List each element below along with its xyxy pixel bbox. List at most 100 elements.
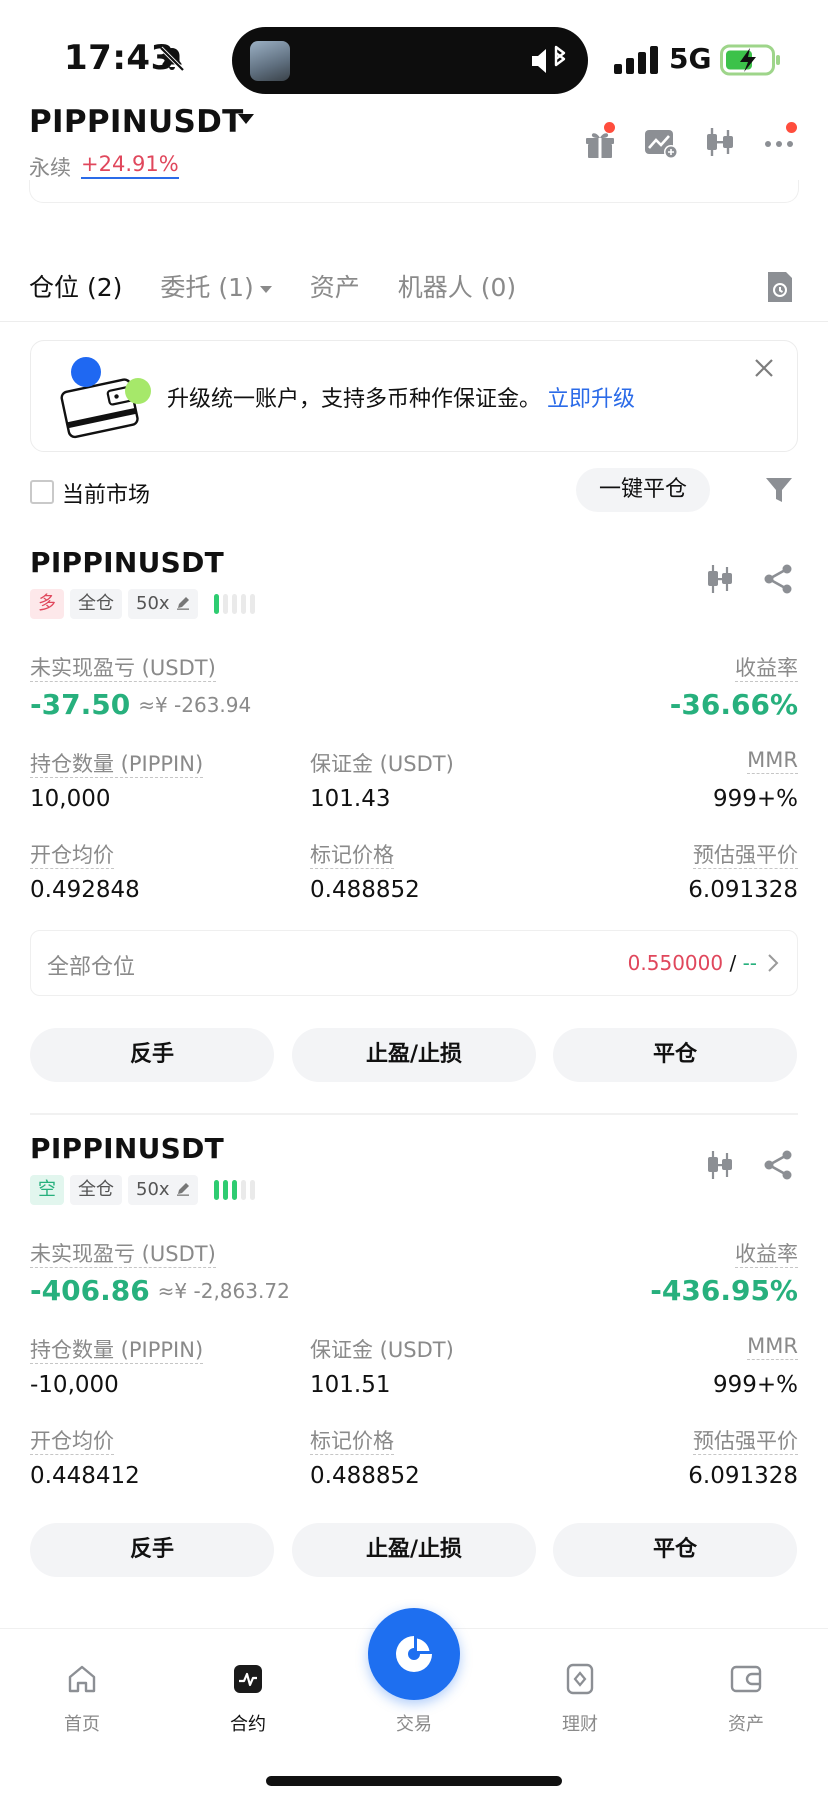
liq-price-label: 预估强平价: [693, 1429, 798, 1455]
unrealized-pnl-value: -37.50: [30, 688, 131, 721]
tabs-divider: [0, 321, 828, 322]
side-badge: 空: [30, 1175, 64, 1205]
tab-orders-label: 委托 (1): [160, 273, 254, 302]
side-badge: 多: [30, 589, 64, 619]
entry-price-value: 0.492848: [30, 877, 140, 903]
nav-futures-label: 合约: [230, 1714, 266, 1735]
pair-title[interactable]: PIPPINUSDT: [29, 104, 244, 140]
tp-sl-button[interactable]: 止盈/止损: [292, 1523, 536, 1577]
position-tabs: 仓位 (2) 委托 (1) 资产 机器人 (0): [29, 268, 554, 304]
nav-home[interactable]: 首页: [22, 1662, 142, 1736]
unrealized-pnl-cny: ≈¥ -2,863.72: [157, 1278, 290, 1303]
candlestick-icon[interactable]: [704, 1148, 736, 1182]
unrealized-pnl-label: 未实现盈亏 (USDT): [30, 1242, 216, 1268]
tab-bots[interactable]: 机器人 (0): [398, 268, 516, 304]
nav-assets-label: 资产: [728, 1714, 764, 1735]
edit-icon: [176, 597, 189, 610]
entry-price-label: 开仓均价: [30, 1429, 114, 1455]
mark-price-label: 标记价格: [310, 843, 394, 869]
share-icon[interactable]: [762, 562, 794, 596]
current-market-label[interactable]: 当前市场: [62, 477, 150, 509]
filter-icon[interactable]: [764, 474, 794, 506]
history-icon[interactable]: [764, 270, 796, 304]
tab-orders[interactable]: 委托 (1): [160, 268, 272, 304]
tab-assets[interactable]: 资产: [310, 268, 360, 304]
unrealized-pnl-value: -406.86: [30, 1274, 150, 1307]
mark-price-value: 0.488852: [310, 1463, 420, 1489]
mmr-label: MMR: [747, 748, 798, 774]
banner-message: 升级统一账户，支持多币种作保证金。 立即升级: [167, 381, 635, 413]
leverage-value: 50x: [136, 1179, 170, 1200]
unrealized-pnl-cny: ≈¥ -263.94: [138, 692, 252, 717]
candlestick-icon[interactable]: [704, 562, 736, 596]
reverse-button[interactable]: 反手: [30, 1028, 274, 1082]
chevron-down-icon: [259, 285, 272, 293]
leverage-badge[interactable]: 50x: [128, 589, 198, 619]
more-notification-dot: [786, 122, 797, 133]
card-divider: [30, 1113, 798, 1115]
roe-value: -36.66%: [669, 688, 798, 721]
trade-spacer: [397, 1662, 431, 1696]
tab-positions[interactable]: 仓位 (2): [29, 268, 122, 304]
margin-label: 保证金 (USDT): [310, 752, 454, 776]
all-positions-row[interactable]: 全部仓位 0.550000 / --: [30, 930, 798, 996]
position-size-label: 持仓数量 (PIPPIN): [30, 752, 204, 778]
nav-trade[interactable]: 交易: [354, 1662, 474, 1736]
nav-trade-label: 交易: [396, 1714, 432, 1735]
chart-swap-icon[interactable]: [640, 122, 680, 162]
close-position-button[interactable]: 平仓: [553, 1028, 797, 1082]
margin-value: 101.43: [310, 786, 391, 812]
roe-value: -436.95%: [650, 1274, 798, 1307]
close-position-button[interactable]: 平仓: [553, 1523, 797, 1577]
position-symbol[interactable]: PIPPINUSDT: [30, 546, 224, 579]
gift-notification-dot: [604, 122, 615, 133]
adl-indicator: [213, 1180, 255, 1200]
position-size-value: -10,000: [30, 1372, 119, 1398]
signal-icon: [614, 46, 658, 74]
all-positions-label: 全部仓位: [47, 955, 136, 980]
mmr-label: MMR: [747, 1334, 798, 1360]
position-tags: 多 全仓 50x: [30, 589, 255, 619]
position-size-value: 10,000: [30, 786, 111, 812]
edit-icon: [176, 1183, 189, 1196]
nav-futures[interactable]: 合约: [188, 1662, 308, 1736]
tab-positions-label: 仓位 (2): [29, 273, 123, 302]
battery-charging-icon: [720, 44, 780, 76]
position-tags: 空 全仓 50x: [30, 1175, 255, 1205]
margin-mode-badge: 全仓: [70, 1175, 122, 1205]
all-positions-dash: --: [742, 951, 757, 975]
roe-label: 收益率: [735, 1242, 798, 1268]
close-icon[interactable]: [753, 357, 775, 379]
dynamic-island[interactable]: [232, 27, 588, 94]
entry-price-value: 0.448412: [30, 1463, 140, 1489]
margin-mode-badge: 全仓: [70, 589, 122, 619]
pair-dropdown-icon[interactable]: [238, 114, 254, 124]
upgrade-now-link[interactable]: 立即升级: [547, 387, 635, 412]
liq-price-value: 6.091328: [688, 1463, 798, 1489]
leverage-badge[interactable]: 50x: [128, 1175, 198, 1205]
nav-earn-label: 理财: [562, 1714, 598, 1735]
tp-sl-button[interactable]: 止盈/止损: [292, 1028, 536, 1082]
adl-indicator: [213, 594, 255, 614]
nav-assets[interactable]: 资产: [686, 1662, 806, 1736]
home-indicator[interactable]: [266, 1776, 562, 1786]
position-size-label: 持仓数量 (PIPPIN): [30, 1338, 204, 1364]
mark-price-label: 标记价格: [310, 1429, 394, 1455]
margin-label: 保证金 (USDT): [310, 1338, 454, 1362]
market-type-label: 永续: [29, 156, 71, 180]
candlestick-icon[interactable]: [700, 122, 740, 162]
wallet-icon: [730, 1665, 762, 1693]
current-market-checkbox[interactable]: [30, 480, 54, 504]
mmr-value: 999+%: [712, 1372, 798, 1398]
upgrade-banner[interactable]: 升级统一账户，支持多币种作保证金。 立即升级: [30, 340, 798, 452]
close-all-button[interactable]: 一键平仓: [576, 468, 710, 512]
collapsed-chart-panel: [29, 180, 799, 203]
reverse-button[interactable]: 反手: [30, 1523, 274, 1577]
roe-label: 收益率: [735, 656, 798, 682]
share-icon[interactable]: [762, 1148, 794, 1182]
nav-earn[interactable]: 理财: [520, 1662, 640, 1736]
position-symbol[interactable]: PIPPINUSDT: [30, 1132, 224, 1165]
tab-assets-label: 资产: [309, 273, 360, 302]
banner-text: 升级统一账户，支持多币种作保证金。: [167, 387, 542, 412]
liq-price-value: 6.091328: [688, 877, 798, 903]
